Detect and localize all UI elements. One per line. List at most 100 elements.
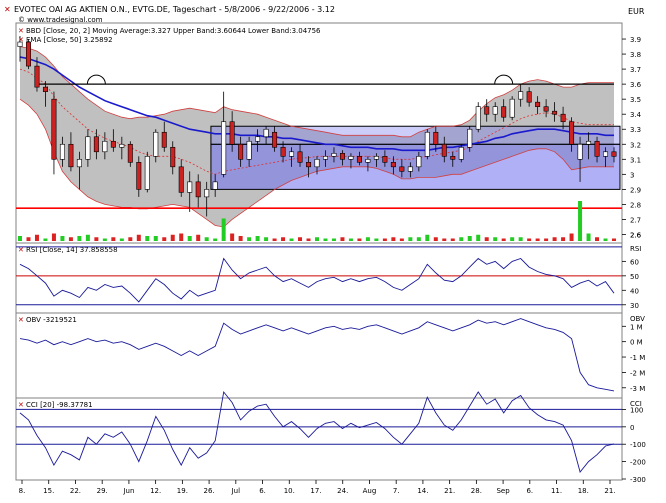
candle-body <box>450 156 456 160</box>
volume-bar <box>60 236 65 241</box>
obv-tick-label: -1 M <box>630 354 645 362</box>
volume-bar <box>603 238 608 241</box>
x-icon[interactable]: ✕ <box>4 5 11 14</box>
volume-bar <box>535 238 540 241</box>
candle-body <box>212 181 218 190</box>
cci-pane-frame <box>15 397 623 481</box>
volume-bar <box>484 237 489 241</box>
volume-bar <box>128 237 133 241</box>
volume-bar <box>348 238 353 241</box>
x-tick-label: 6. <box>259 487 266 495</box>
cci-tick-label: -300 <box>630 476 646 484</box>
candle-body <box>289 151 295 157</box>
candle-body <box>356 156 362 163</box>
volume-bar <box>416 237 421 241</box>
volume-bar <box>374 238 379 241</box>
candle-body <box>195 181 201 198</box>
currency-label: EUR <box>628 7 645 16</box>
volume-bar <box>51 233 56 241</box>
volume-bar <box>102 238 107 241</box>
volume-bar <box>586 233 591 241</box>
x-tick-label: 29. <box>97 487 108 495</box>
rsi-legend: RSI [Close, 14] 37.858558 <box>26 246 118 254</box>
candle-body <box>569 121 575 145</box>
x-tick-label: 24. <box>337 487 348 495</box>
candle-body <box>390 162 396 168</box>
volume-bar <box>43 238 48 241</box>
volume-bar <box>306 238 311 241</box>
volume-bar <box>433 237 438 241</box>
chart-window: ✕ BBD [Close, 20, 2] Moving Average:3.327… <box>0 0 666 499</box>
candle-body <box>59 143 65 160</box>
volume-bar <box>136 234 141 241</box>
candle-body <box>509 98 515 118</box>
volume-bar <box>365 237 370 241</box>
x-tick-label: Aug <box>363 487 377 495</box>
x-tick-label: 19. <box>177 487 188 495</box>
obv-tick-label: 0 M <box>630 339 643 347</box>
x-tick-label: 14. <box>417 487 428 495</box>
candle-body <box>373 156 379 160</box>
price-tick-label: 3.4 <box>630 111 642 119</box>
ema-close-icon: ✕ <box>18 36 24 44</box>
x-tick-label: 8. <box>19 487 26 495</box>
volume-bar <box>238 236 243 241</box>
volume-bar <box>94 237 99 241</box>
price-tick-label: 3.3 <box>630 126 641 134</box>
candle-body <box>25 41 31 67</box>
candle-body <box>127 143 133 163</box>
x-tick-label: 28. <box>471 487 482 495</box>
volume-bar <box>298 237 303 241</box>
candle-body <box>441 143 447 157</box>
x-tick-label: 6. <box>526 487 533 495</box>
price-tick-label: 3.9 <box>630 36 641 44</box>
candle-body <box>170 146 176 168</box>
volume-bar <box>340 237 345 241</box>
volume-bar <box>315 237 319 241</box>
candle-body <box>93 136 99 153</box>
rsi-pane-label: RSI <box>630 245 641 253</box>
volume-bar <box>493 237 498 241</box>
candle-body <box>501 106 507 118</box>
volume-bar <box>612 238 616 241</box>
rsi-tick-label: 50 <box>630 273 639 281</box>
volume-bar <box>77 236 82 241</box>
volume-bar <box>331 238 336 241</box>
candle-body <box>475 106 481 130</box>
volume-bar <box>595 237 600 241</box>
candle-body <box>85 136 91 160</box>
x-tick-label: 10. <box>284 487 295 495</box>
volume-bar <box>111 237 116 241</box>
candle-body <box>552 110 558 115</box>
volume-bar <box>213 238 218 241</box>
candle-body <box>611 151 617 157</box>
candle-body <box>484 106 490 115</box>
volume-bar <box>391 237 396 241</box>
price-tick-label: 2.6 <box>630 231 642 239</box>
volume-bar <box>272 238 277 241</box>
candle-body <box>382 156 388 163</box>
volume-bar <box>476 234 481 241</box>
cci-close-icon: ✕ <box>18 401 24 409</box>
candle-body <box>76 159 82 168</box>
x-tick-label: 21. <box>444 487 455 495</box>
volume-bar <box>68 237 73 241</box>
x-tick-label: 21. <box>604 487 615 495</box>
volume-bar <box>247 237 252 241</box>
volume-bar <box>459 237 464 241</box>
volume-bar <box>501 238 506 241</box>
volume-bar <box>425 234 430 241</box>
candle-body <box>586 140 592 145</box>
chart-canvas[interactable]: ✕ BBD [Close, 20, 2] Moving Average:3.327… <box>0 0 666 499</box>
candle-body <box>535 101 541 107</box>
cci-tick-label: -100 <box>630 441 646 449</box>
candle-body <box>543 106 549 112</box>
candle-body <box>416 156 422 168</box>
volume-bar <box>187 236 192 241</box>
price-tick-label: 3 <box>630 171 634 179</box>
volume-bar <box>578 201 583 241</box>
candle-body <box>102 140 108 153</box>
candle-body <box>339 152 345 160</box>
candle-body <box>204 189 210 198</box>
candle-body <box>577 143 583 160</box>
